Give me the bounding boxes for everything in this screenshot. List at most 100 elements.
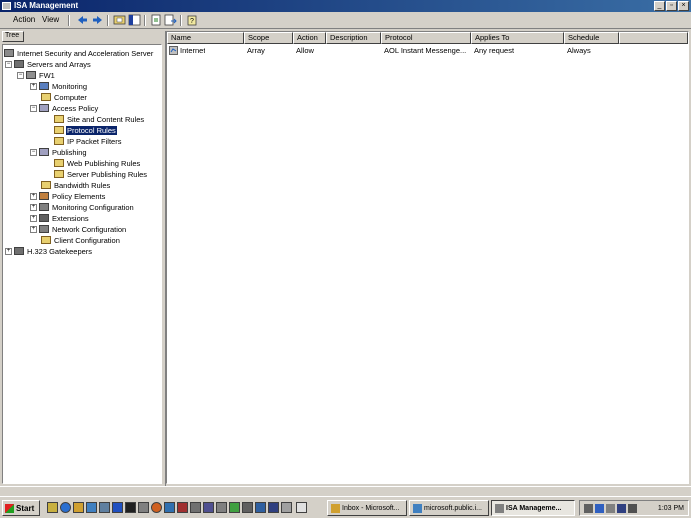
- collapse-icon[interactable]: −: [30, 104, 37, 112]
- explorer-icon[interactable]: [86, 502, 97, 513]
- tray-network-icon[interactable]: [584, 504, 593, 513]
- column-header-name[interactable]: Name: [167, 32, 244, 44]
- tool-icon[interactable]: [229, 502, 240, 513]
- tool-icon[interactable]: [216, 502, 227, 513]
- tree-node-access-policy[interactable]: − Access Policy: [30, 103, 99, 113]
- access-icon[interactable]: [177, 502, 188, 513]
- tree-node-network-configuration[interactable]: + Network Configuration: [30, 224, 127, 234]
- task-isa-management[interactable]: ISA Manageme...: [491, 500, 575, 516]
- tree-node-extensions[interactable]: + Extensions: [30, 213, 90, 223]
- tray-volume-icon[interactable]: [606, 504, 615, 513]
- system-tray: 1:03 PM: [579, 500, 689, 516]
- column-header-description[interactable]: Description: [326, 32, 381, 44]
- show-desktop-icon[interactable]: [47, 502, 58, 513]
- folder-icon: [54, 137, 64, 145]
- menu-view[interactable]: View: [42, 15, 59, 24]
- expand-icon[interactable]: +: [30, 192, 37, 200]
- tree-node-client-configuration[interactable]: Client Configuration: [41, 235, 121, 245]
- forward-arrow-icon[interactable]: [91, 14, 104, 26]
- tree-node-publishing[interactable]: − Publishing: [30, 147, 88, 157]
- tool-icon[interactable]: [255, 502, 266, 513]
- media-player-icon[interactable]: [151, 502, 162, 513]
- outlook-icon[interactable]: [73, 502, 84, 513]
- column-header-action[interactable]: Action: [293, 32, 326, 44]
- tree-node-site-content-rules[interactable]: Site and Content Rules: [54, 114, 145, 124]
- back-arrow-icon[interactable]: [76, 14, 89, 26]
- tray-display-icon[interactable]: [628, 504, 637, 513]
- gatekeeper-icon: [14, 247, 24, 255]
- network-icon[interactable]: [99, 502, 110, 513]
- console-icon[interactable]: [125, 502, 136, 513]
- tray-security-icon[interactable]: [595, 504, 604, 513]
- collapse-icon[interactable]: −: [5, 60, 12, 68]
- up-folder-icon[interactable]: [113, 14, 126, 26]
- tree-node-server-publishing-rules[interactable]: Server Publishing Rules: [54, 169, 148, 179]
- refresh-icon[interactable]: [150, 14, 163, 26]
- column-header-schedule[interactable]: Schedule: [564, 32, 619, 44]
- export-list-icon[interactable]: [164, 14, 177, 26]
- network-icon: [39, 225, 49, 233]
- folder-icon: [54, 126, 64, 134]
- column-header-protocol[interactable]: Protocol: [381, 32, 471, 44]
- clock[interactable]: 1:03 PM: [658, 505, 684, 512]
- expand-icon[interactable]: +: [30, 225, 37, 233]
- tool-icon[interactable]: [242, 502, 253, 513]
- toolbar-separator: [144, 15, 146, 26]
- frontpage-icon[interactable]: [164, 502, 175, 513]
- help-icon[interactable]: ?: [186, 14, 199, 26]
- tray-tool-icon[interactable]: [617, 504, 626, 513]
- tree-node-ip-packet-filters[interactable]: IP Packet Filters: [54, 136, 122, 146]
- tree-node-monitoring-configuration[interactable]: + Monitoring Configuration: [30, 202, 135, 212]
- tool-icon[interactable]: [268, 502, 279, 513]
- tree-pane: Internet Security and Acceleration Serve…: [2, 44, 162, 484]
- servers-icon: [14, 60, 24, 68]
- policy-icon: [39, 104, 49, 112]
- tool-icon[interactable]: [296, 502, 307, 513]
- tree-node-monitoring[interactable]: + Monitoring: [30, 81, 88, 91]
- mmc-icon[interactable]: [203, 502, 214, 513]
- folder-icon: [41, 236, 51, 244]
- tree-node-protocol-rules[interactable]: Protocol Rules: [54, 125, 117, 135]
- tree-node-computer[interactable]: Computer: [41, 92, 88, 102]
- close-button[interactable]: ×: [678, 1, 689, 11]
- tree-node-isa-server[interactable]: Internet Security and Acceleration Serve…: [4, 48, 154, 58]
- folder-icon: [54, 170, 64, 178]
- server-tool-icon[interactable]: [190, 502, 201, 513]
- menu-action[interactable]: Action: [13, 15, 35, 24]
- monitoring-config-icon: [39, 203, 49, 211]
- tree-node-h323-gatekeepers[interactable]: + H.323 Gatekeepers: [5, 246, 93, 256]
- policy-elements-icon: [39, 192, 49, 200]
- cell-name: Internet: [180, 46, 206, 55]
- collapse-icon[interactable]: −: [30, 148, 37, 156]
- tree-node-web-publishing-rules[interactable]: Web Publishing Rules: [54, 158, 141, 168]
- folder-icon: [54, 115, 64, 123]
- folder-icon: [41, 93, 51, 101]
- start-button[interactable]: Start: [2, 500, 40, 516]
- tree-node-bandwidth-rules[interactable]: Bandwidth Rules: [41, 180, 111, 190]
- tree-node-servers-arrays[interactable]: − Servers and Arrays: [5, 59, 92, 69]
- tool-icon[interactable]: [281, 502, 292, 513]
- task-newsgroup[interactable]: microsoft.public.i...: [409, 500, 489, 516]
- tree-tab[interactable]: Tree: [2, 31, 24, 42]
- table-row[interactable]: Internet Array Allow AOL Instant Messeng…: [167, 45, 688, 56]
- toolbar-separator: [107, 15, 109, 26]
- expand-icon[interactable]: +: [30, 203, 37, 211]
- minimize-button[interactable]: _: [654, 1, 665, 11]
- word-icon[interactable]: [112, 502, 123, 513]
- expand-icon[interactable]: +: [30, 82, 37, 90]
- column-header-applies-to[interactable]: Applies To: [471, 32, 564, 44]
- computer-icon[interactable]: [138, 502, 149, 513]
- tree-node-fw1[interactable]: − FW1: [17, 70, 56, 80]
- expand-icon[interactable]: +: [30, 214, 37, 222]
- collapse-icon[interactable]: −: [17, 71, 24, 79]
- tree-node-policy-elements[interactable]: + Policy Elements: [30, 191, 106, 201]
- restore-button[interactable]: ▫: [666, 1, 677, 11]
- cell-protocol: AOL Instant Messenge...: [384, 46, 467, 55]
- protocol-rule-icon: [169, 46, 178, 55]
- cell-action: Allow: [296, 46, 314, 55]
- column-header-scope[interactable]: Scope: [244, 32, 293, 44]
- show-tree-icon[interactable]: [128, 14, 141, 26]
- expand-icon[interactable]: +: [5, 247, 12, 255]
- internet-explorer-icon[interactable]: [60, 502, 71, 513]
- task-inbox-outlook[interactable]: Inbox - Microsoft...: [327, 500, 407, 516]
